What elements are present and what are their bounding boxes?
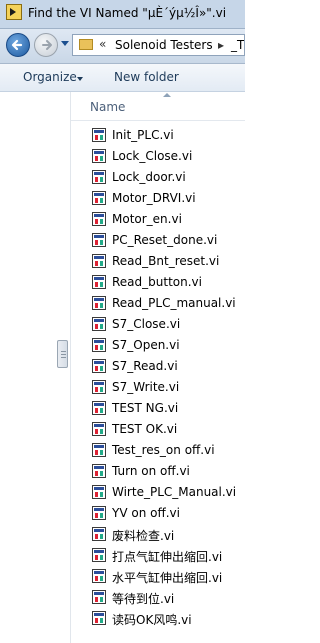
vi-file-icon — [92, 212, 106, 226]
breadcrumb-solenoid-testers[interactable]: Solenoid Testers — [115, 38, 213, 52]
file-name: Lock_Close.vi — [112, 149, 193, 163]
list-item[interactable]: Read_PLC_manual.vi — [71, 293, 245, 314]
file-name: TEST NG.vi — [112, 401, 179, 415]
list-item[interactable]: 读码OK风鸣.vi — [71, 608, 245, 629]
vi-file-icon — [92, 464, 106, 478]
file-name: S7_Write.vi — [112, 380, 180, 394]
file-name: 读码OK风鸣.vi — [112, 613, 192, 627]
vi-file-icon — [92, 590, 106, 604]
vi-file-icon — [92, 296, 106, 310]
list-item[interactable]: Motor_DRVI.vi — [71, 188, 245, 209]
file-name: Turn on off.vi — [112, 464, 190, 478]
vi-file-icon — [92, 380, 106, 394]
vi-file-icon — [92, 233, 106, 247]
file-rows: Init_PLC.vi Lock_Close.vi Lock_door.vi Moto… — [71, 125, 245, 629]
list-item[interactable]: TEST NG.vi — [71, 398, 245, 419]
list-item[interactable]: Test_res_on off.vi — [71, 440, 245, 461]
file-name: PC_Reset_done.vi — [112, 233, 218, 247]
forward-button[interactable] — [34, 33, 58, 57]
navigation-bar: « Solenoid Testers ▸ _TM — [0, 29, 245, 64]
navigation-pane-scrollbar[interactable] — [57, 340, 68, 368]
file-name: Init_PLC.vi — [112, 128, 174, 142]
vi-file-icon — [92, 611, 106, 625]
window-title: Find the VI Named "µÈ´ýµ½Î»".vi — [28, 6, 227, 20]
vi-file-icon — [92, 422, 106, 436]
file-name: 打点气缸伸出缩回.vi — [112, 550, 223, 564]
list-item[interactable]: S7_Close.vi — [71, 314, 245, 335]
vi-file-icon — [92, 506, 106, 520]
list-item[interactable]: Read_button.vi — [71, 272, 245, 293]
chevron-left-icon[interactable]: « — [99, 37, 106, 51]
vi-file-icon — [92, 317, 106, 331]
vi-file-icon — [92, 338, 106, 352]
vi-file-icon — [92, 548, 106, 562]
vi-file-icon — [92, 443, 106, 457]
list-item[interactable]: S7_Read.vi — [71, 356, 245, 377]
name-column-label: Name — [90, 100, 126, 114]
list-item[interactable]: 水平气缸伸出缩回.vi — [71, 566, 245, 587]
file-name: Read_Bnt_reset.vi — [112, 254, 220, 268]
file-name: Read_PLC_manual.vi — [112, 296, 236, 310]
list-item[interactable]: PC_Reset_done.vi — [71, 230, 245, 251]
title-bar: Find the VI Named "µÈ´ýµ½Î»".vi — [0, 0, 245, 29]
list-item[interactable]: Motor_en.vi — [71, 209, 245, 230]
file-name: Test_res_on off.vi — [112, 443, 215, 457]
file-list: Name Init_PLC.vi Lock_Close.vi Lock_door.v… — [71, 92, 245, 643]
file-name: S7_Close.vi — [112, 317, 181, 331]
vi-file-icon — [92, 170, 106, 184]
back-arrow-icon — [11, 39, 23, 51]
forward-arrow-icon — [42, 40, 52, 50]
vi-file-icon — [92, 191, 106, 205]
file-name: 废料检查.vi — [112, 529, 175, 543]
list-item[interactable]: Init_PLC.vi — [71, 125, 245, 146]
list-item[interactable]: 废料检查.vi — [71, 524, 245, 545]
recent-locations-dropdown[interactable] — [61, 41, 69, 46]
list-item[interactable]: Turn on off.vi — [71, 461, 245, 482]
list-item[interactable]: S7_Write.vi — [71, 377, 245, 398]
breadcrumb-tm[interactable]: _TM — [231, 38, 244, 52]
file-name: Motor_DRVI.vi — [112, 191, 196, 205]
list-item[interactable]: Read_Bnt_reset.vi — [71, 251, 245, 272]
folder-icon — [79, 39, 93, 50]
list-item[interactable]: TEST OK.vi — [71, 419, 245, 440]
file-name: YV on off.vi — [112, 506, 180, 520]
back-button[interactable] — [6, 33, 30, 57]
file-name: Read_button.vi — [112, 275, 202, 289]
vi-file-icon — [92, 359, 106, 373]
file-name: S7_Open.vi — [112, 338, 180, 352]
labview-app-icon — [6, 4, 22, 20]
vi-file-icon — [92, 128, 106, 142]
vi-file-icon — [92, 401, 106, 415]
vi-file-icon — [92, 149, 106, 163]
list-item[interactable]: Wirte_PLC_Manual.vi — [71, 482, 245, 503]
vi-file-icon — [92, 569, 106, 583]
list-item[interactable]: 打点气缸伸出缩回.vi — [71, 545, 245, 566]
list-item[interactable]: Lock_Close.vi — [71, 146, 245, 167]
file-name: TEST OK.vi — [112, 422, 178, 436]
vi-file-icon — [92, 485, 106, 499]
new-folder-button[interactable]: New folder — [114, 70, 179, 84]
vi-file-icon — [92, 527, 106, 541]
list-item[interactable]: YV on off.vi — [71, 503, 245, 524]
sort-ascending-icon — [163, 93, 171, 97]
file-name: 等待到位.vi — [112, 592, 175, 606]
list-item[interactable]: 等待到位.vi — [71, 587, 245, 608]
command-toolbar: Organize New folder — [0, 64, 245, 92]
breadcrumb-separator-icon[interactable]: ▸ — [218, 38, 224, 52]
list-item[interactable]: S7_Open.vi — [71, 335, 245, 356]
organize-caret-icon — [77, 77, 83, 81]
organize-menu-button[interactable]: Organize — [23, 70, 77, 84]
file-name: Motor_en.vi — [112, 212, 182, 226]
vi-file-icon — [92, 254, 106, 268]
file-name: Lock_door.vi — [112, 170, 186, 184]
file-name: Wirte_PLC_Manual.vi — [112, 485, 237, 499]
address-bar[interactable]: « Solenoid Testers ▸ _TM — [72, 34, 245, 56]
name-column-header[interactable]: Name — [71, 92, 245, 121]
list-item[interactable]: Lock_door.vi — [71, 167, 245, 188]
file-name: 水平气缸伸出缩回.vi — [112, 571, 223, 585]
file-name: S7_Read.vi — [112, 359, 178, 373]
vi-file-icon — [92, 275, 106, 289]
